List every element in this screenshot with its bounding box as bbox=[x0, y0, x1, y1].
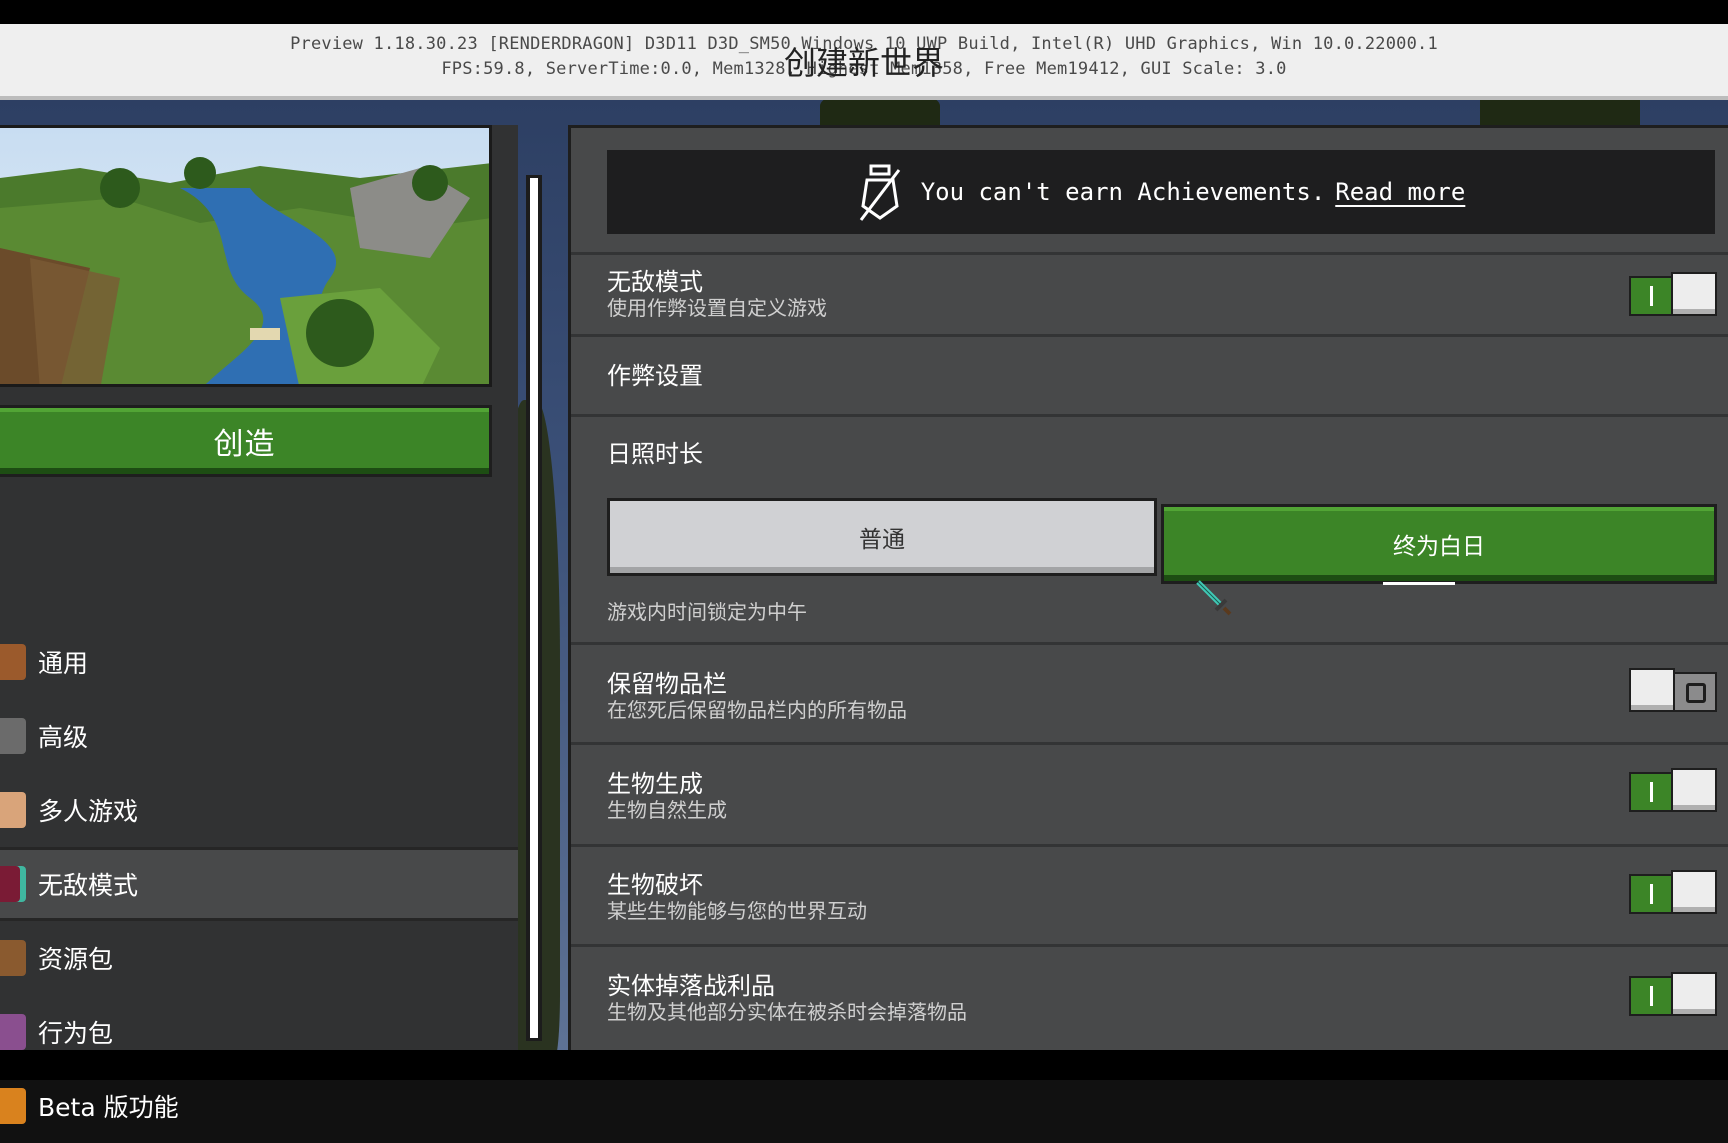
keep-inventory-toggle[interactable] bbox=[1629, 668, 1717, 712]
sword-cursor-icon bbox=[1196, 580, 1232, 616]
toggle-knob bbox=[1629, 668, 1675, 712]
beta-icon bbox=[0, 1088, 26, 1124]
read-more-link[interactable]: Read more bbox=[1335, 178, 1465, 206]
divider bbox=[571, 742, 1728, 745]
toggle-on-track bbox=[1629, 874, 1673, 914]
nav-item-cheats[interactable]: 无敌模式 bbox=[0, 847, 518, 921]
divider bbox=[571, 252, 1728, 255]
achievements-warning-text: You can't earn Achievements. bbox=[920, 178, 1326, 206]
achievements-banner: You can't earn Achievements. Read more bbox=[607, 150, 1715, 234]
nav-item-label: Beta 版功能 bbox=[38, 1093, 179, 1122]
toggle-on-track bbox=[1629, 772, 1673, 812]
keep-inventory-desc: 在您死后保留物品栏内的所有物品 bbox=[607, 698, 907, 722]
toggle-on-track bbox=[1629, 276, 1673, 316]
nav-item-label: 无敌模式 bbox=[38, 871, 139, 900]
page-title: 创建新世界 bbox=[783, 44, 944, 82]
create-button[interactable]: 创造 bbox=[0, 405, 492, 477]
toggle-knob bbox=[1671, 972, 1717, 1016]
scrollbar-thumb[interactable] bbox=[530, 178, 538, 1038]
no-achievement-icon bbox=[859, 164, 900, 221]
divider bbox=[571, 414, 1728, 417]
left-panel: 创造 通用 高级 多人游戏 无敌模式 资源包 行为包 Beta 版功能 bbox=[0, 125, 518, 1124]
toggle-on-track bbox=[1629, 976, 1673, 1016]
cheats-icon bbox=[0, 866, 26, 902]
nav-item-label: 资源包 bbox=[38, 945, 114, 974]
anvil-icon bbox=[0, 718, 26, 754]
nav-item-multiplayer[interactable]: 多人游戏 bbox=[0, 773, 518, 847]
mob-griefing-desc: 某些生物能够与您的世界互动 bbox=[607, 899, 867, 923]
selected-underline bbox=[1383, 582, 1455, 585]
world-preview-image bbox=[0, 125, 492, 387]
toggle-knob bbox=[1671, 272, 1717, 316]
mob-griefing-toggle[interactable] bbox=[1629, 870, 1717, 914]
resource-pack-icon bbox=[0, 940, 26, 976]
top-black-bar bbox=[0, 0, 1728, 24]
mob-spawning-desc: 生物自然生成 bbox=[607, 798, 727, 822]
divider bbox=[571, 642, 1728, 645]
nav-item-beta-features[interactable]: Beta 版功能 bbox=[0, 1069, 518, 1143]
nav-item-advanced[interactable]: 高级 bbox=[0, 699, 518, 773]
daylight-option-always-day[interactable]: 终为白日 bbox=[1161, 504, 1717, 584]
player-icon bbox=[0, 792, 26, 828]
nav-item-label: 多人游戏 bbox=[38, 797, 139, 826]
daylight-title: 日照时长 bbox=[607, 440, 703, 468]
nav-item-label: 行为包 bbox=[38, 1019, 114, 1048]
cheats-desc: 使用作弊设置自定义游戏 bbox=[607, 296, 827, 320]
nav-item-resource-packs[interactable]: 资源包 bbox=[0, 921, 518, 995]
toggle-knob bbox=[1671, 768, 1717, 812]
nav-item-general[interactable]: 通用 bbox=[0, 625, 518, 699]
title-bar: Preview 1.18.30.23 [RENDERDRAGON] D3D11 … bbox=[0, 24, 1728, 100]
cheat-settings-heading: 作弊设置 bbox=[607, 362, 703, 390]
cheats-toggle[interactable] bbox=[1629, 272, 1717, 316]
entity-drops-desc: 生物及其他部分实体在被杀时会掉落物品 bbox=[607, 1000, 967, 1024]
behavior-pack-icon bbox=[0, 1014, 26, 1050]
daylight-desc: 游戏内时间锁定为中午 bbox=[607, 600, 807, 624]
divider bbox=[571, 944, 1728, 947]
toggle-off-track bbox=[1673, 672, 1717, 712]
entity-drops-toggle[interactable] bbox=[1629, 972, 1717, 1016]
bottom-black-bar bbox=[0, 1050, 1728, 1080]
mob-spawning-toggle[interactable] bbox=[1629, 768, 1717, 812]
settings-panel: You can't earn Achievements. Read more 无… bbox=[568, 125, 1728, 1055]
divider bbox=[571, 844, 1728, 847]
nav-item-label: 通用 bbox=[38, 649, 89, 678]
toggle-knob bbox=[1671, 870, 1717, 914]
world-preview-landscape bbox=[0, 128, 489, 384]
nav-item-label: 高级 bbox=[38, 723, 89, 752]
gear-icon bbox=[0, 644, 26, 680]
daylight-option-normal[interactable]: 普通 bbox=[607, 498, 1157, 576]
divider bbox=[571, 334, 1728, 337]
